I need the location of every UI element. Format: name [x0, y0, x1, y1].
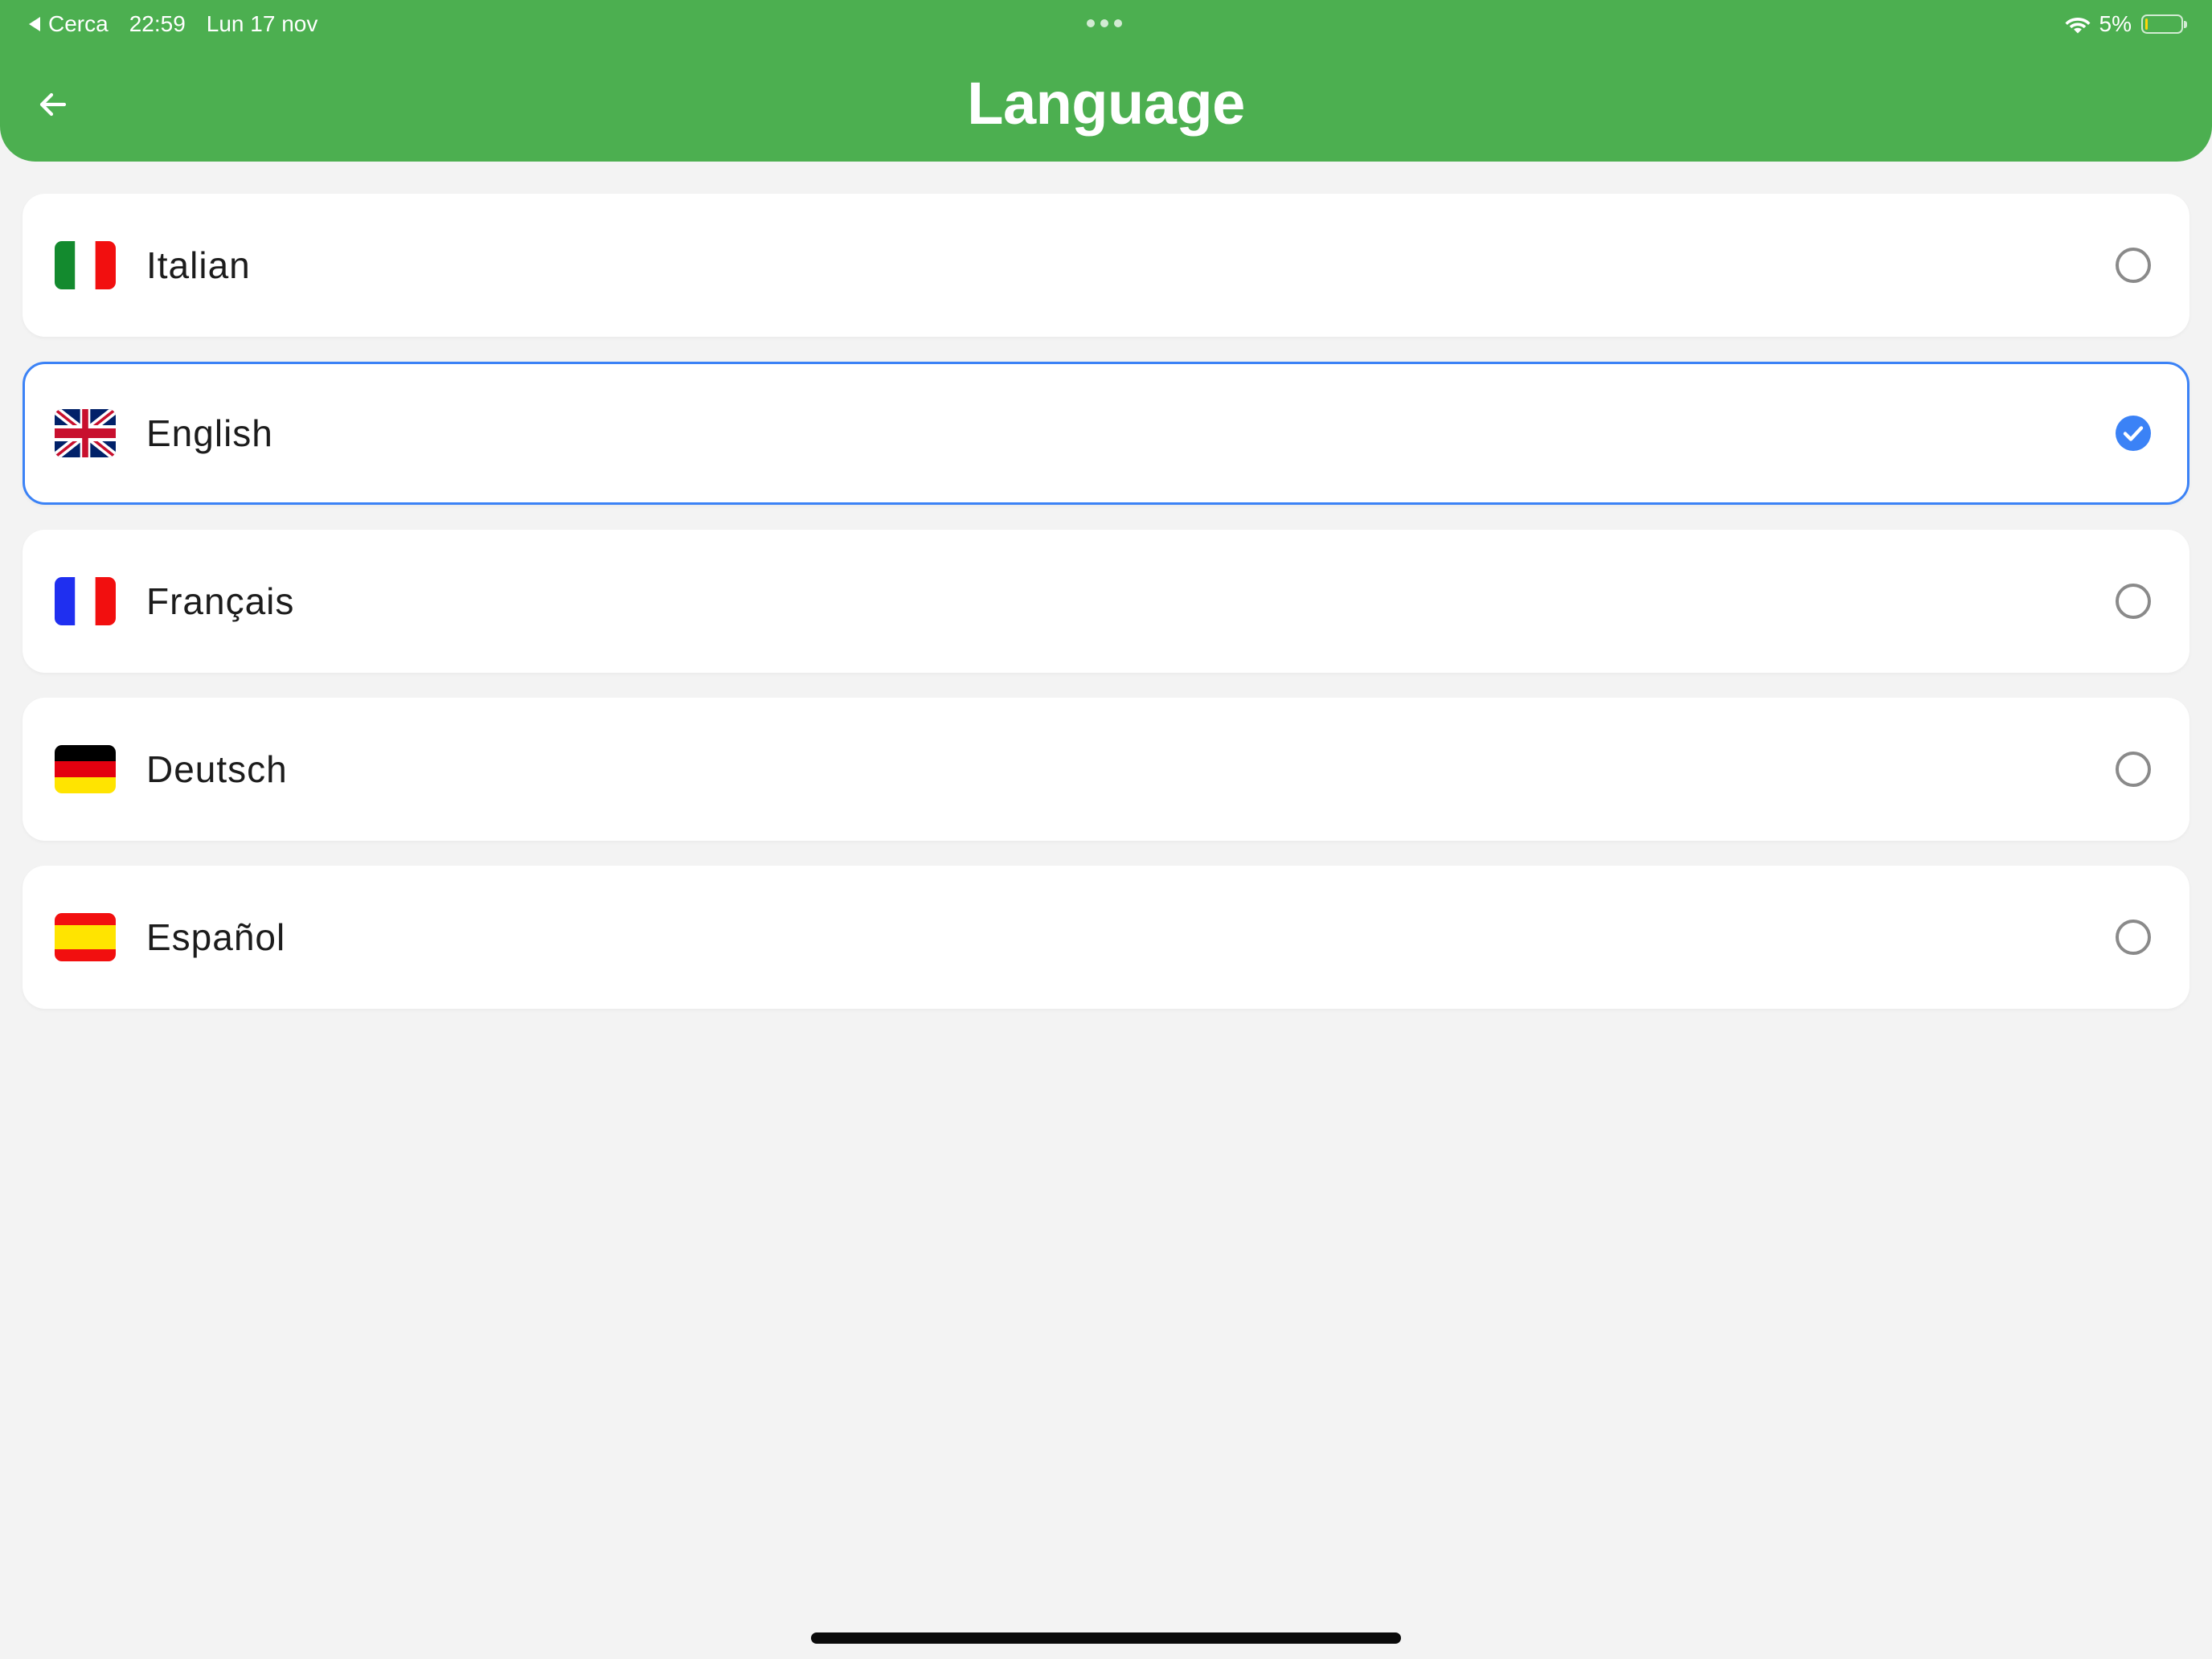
radio-button-unchecked[interactable] [2116, 920, 2151, 955]
back-to-app-caret-icon[interactable] [29, 17, 40, 31]
multitasking-dots-icon[interactable] [1087, 19, 1122, 27]
language-label: Italian [146, 244, 251, 286]
spain-flag-icon [55, 913, 116, 961]
language-label: Français [146, 580, 295, 622]
language-option-spanish[interactable]: Español [23, 866, 2189, 1009]
language-option-italian[interactable]: Italian [23, 194, 2189, 337]
language-label: English [146, 412, 273, 454]
germany-flag-icon [55, 745, 116, 793]
status-bar-left: Cerca 22:59 Lun 17 nov [29, 8, 317, 40]
app-header: Cerca 22:59 Lun 17 nov 5% Language [0, 0, 2212, 162]
france-flag-icon [55, 577, 116, 625]
wifi-icon [2065, 18, 2091, 34]
radio-button-unchecked[interactable] [2116, 248, 2151, 283]
battery-percent: 5% [2099, 11, 2132, 36]
italy-flag-icon [55, 241, 116, 289]
language-option-german[interactable]: Deutsch [23, 698, 2189, 841]
language-option-english[interactable]: English [23, 362, 2189, 505]
status-bar-right: 5% [2064, 8, 2187, 40]
battery-icon [2141, 14, 2187, 34]
status-back-app[interactable]: Cerca [48, 11, 109, 37]
status-time: 22:59 [129, 11, 186, 36]
battery-level-fill [2145, 18, 2148, 30]
radio-button-checked[interactable] [2116, 416, 2151, 451]
language-option-french[interactable]: Français [23, 530, 2189, 673]
language-label: Deutsch [146, 748, 288, 790]
page-title: Language [967, 70, 1245, 137]
status-date: Lun 17 nov [206, 11, 318, 36]
home-indicator[interactable] [811, 1632, 1401, 1644]
checkmark-icon [2123, 426, 2144, 441]
radio-button-unchecked[interactable] [2116, 752, 2151, 787]
uk-flag-icon [55, 409, 116, 457]
radio-button-unchecked[interactable] [2116, 584, 2151, 619]
language-label: Español [146, 916, 286, 958]
language-list: Italian English Français Deutsch Español [23, 194, 2189, 1034]
